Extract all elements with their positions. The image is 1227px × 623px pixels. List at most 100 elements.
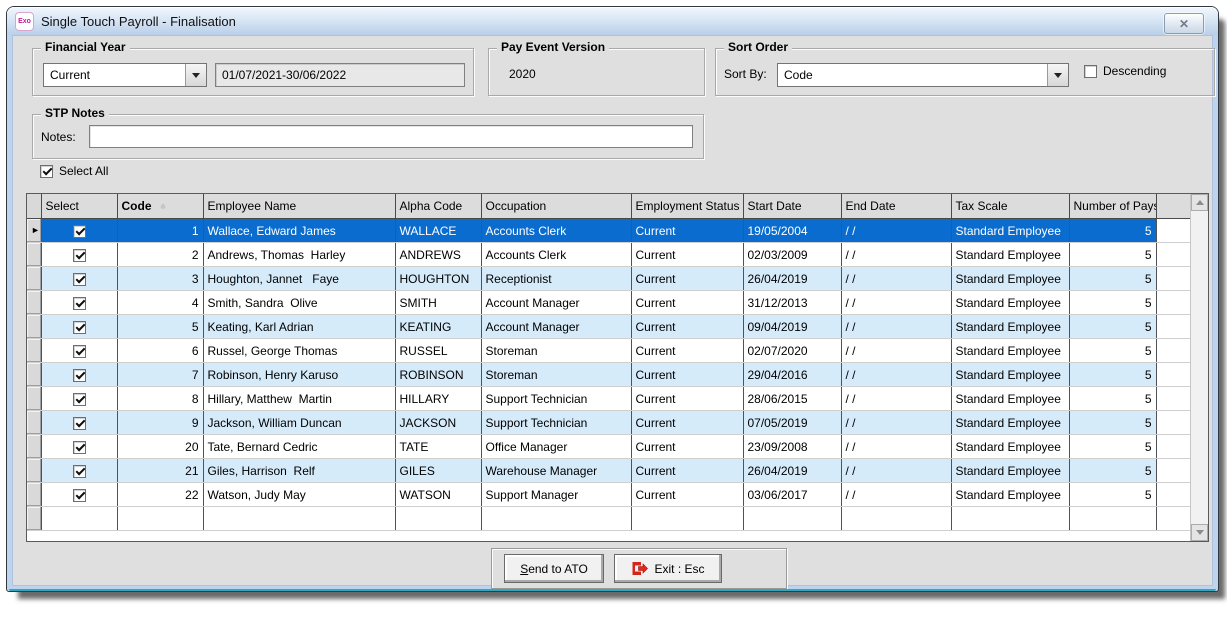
cell-status[interactable]: Current xyxy=(631,411,743,435)
cell-start[interactable]: 09/04/2019 xyxy=(743,315,841,339)
cell-pays[interactable]: 5 xyxy=(1069,411,1156,435)
cell-occupation[interactable]: Office Manager xyxy=(481,435,631,459)
cell-pays[interactable]: 5 xyxy=(1069,291,1156,315)
cell-start[interactable]: 29/04/2016 xyxy=(743,363,841,387)
cell-start[interactable]: 28/06/2015 xyxy=(743,387,841,411)
row-select-checkbox[interactable] xyxy=(73,249,86,262)
header-employee-name[interactable]: Employee Name xyxy=(203,194,395,219)
cell-start[interactable]: 19/05/2004 xyxy=(743,219,841,243)
cell-end[interactable]: / / xyxy=(841,459,951,483)
header-code[interactable]: Code▲ xyxy=(117,194,203,219)
cell-pays[interactable]: 5 xyxy=(1069,219,1156,243)
cell-end[interactable]: / / xyxy=(841,291,951,315)
cell-code[interactable]: 1 xyxy=(117,219,203,243)
cell-alpha[interactable]: ROBINSON xyxy=(395,363,481,387)
header-start-date[interactable]: Start Date xyxy=(743,194,841,219)
descending-checkbox[interactable] xyxy=(1084,65,1097,78)
row-select-checkbox[interactable] xyxy=(73,393,86,406)
cell-code[interactable]: 22 xyxy=(117,483,203,507)
header-number-of-pays[interactable]: Number of Pays xyxy=(1069,194,1156,219)
cell-code[interactable]: 6 xyxy=(117,339,203,363)
cell-pays[interactable]: 5 xyxy=(1069,387,1156,411)
financial-year-dropdown-button[interactable] xyxy=(185,64,206,86)
cell-tax[interactable]: Standard Employee xyxy=(951,315,1069,339)
cell-end[interactable]: / / xyxy=(841,411,951,435)
header-tax-scale[interactable]: Tax Scale xyxy=(951,194,1069,219)
table-row[interactable]: 2Andrews, Thomas HarleyANDREWSAccounts C… xyxy=(27,243,1190,267)
row-select-checkbox[interactable] xyxy=(73,465,86,478)
cell-status[interactable]: Current xyxy=(631,483,743,507)
cell-alpha[interactable]: WALLACE xyxy=(395,219,481,243)
cell-tax[interactable]: Standard Employee xyxy=(951,243,1069,267)
cell-status[interactable]: Current xyxy=(631,459,743,483)
cell-occupation[interactable]: Support Technician xyxy=(481,387,631,411)
cell-code[interactable]: 2 xyxy=(117,243,203,267)
cell-occupation[interactable]: Storeman xyxy=(481,363,631,387)
cell-start[interactable]: 03/06/2017 xyxy=(743,483,841,507)
row-select-checkbox[interactable] xyxy=(73,441,86,454)
cell-pays[interactable]: 5 xyxy=(1069,243,1156,267)
cell-alpha[interactable]: JACKSON xyxy=(395,411,481,435)
header-employment-status[interactable]: Employment Status xyxy=(631,194,743,219)
row-select-checkbox[interactable] xyxy=(73,321,86,334)
cell-end[interactable]: / / xyxy=(841,219,951,243)
cell-pays[interactable]: 5 xyxy=(1069,459,1156,483)
table-row[interactable]: ►1Wallace, Edward JamesWALLACEAccounts C… xyxy=(27,219,1190,243)
cell-pays[interactable]: 5 xyxy=(1069,315,1156,339)
sort-by-dropdown-button[interactable] xyxy=(1047,64,1068,86)
cell-start[interactable]: 26/04/2019 xyxy=(743,267,841,291)
cell-code[interactable]: 8 xyxy=(117,387,203,411)
header-select[interactable]: Select xyxy=(41,194,117,219)
send-to-ato-button[interactable]: Send to ATO xyxy=(504,554,604,583)
close-button[interactable]: ✕ xyxy=(1164,13,1204,34)
cell-pays[interactable]: 5 xyxy=(1069,363,1156,387)
table-row[interactable]: 7Robinson, Henry KarusoROBINSONStoremanC… xyxy=(27,363,1190,387)
cell-name[interactable]: Hillary, Matthew Martin xyxy=(203,387,395,411)
cell-code[interactable]: 4 xyxy=(117,291,203,315)
cell-name[interactable]: Keating, Karl Adrian xyxy=(203,315,395,339)
cell-status[interactable]: Current xyxy=(631,435,743,459)
cell-status[interactable]: Current xyxy=(631,339,743,363)
scroll-down-button[interactable] xyxy=(1191,524,1208,541)
row-select-checkbox[interactable] xyxy=(73,417,86,430)
row-select-checkbox[interactable] xyxy=(73,297,86,310)
cell-tax[interactable]: Standard Employee xyxy=(951,267,1069,291)
cell-code[interactable]: 20 xyxy=(117,435,203,459)
cell-tax[interactable]: Standard Employee xyxy=(951,291,1069,315)
table-row[interactable]: 5Keating, Karl AdrianKEATINGAccount Mana… xyxy=(27,315,1190,339)
cell-tax[interactable]: Standard Employee xyxy=(951,339,1069,363)
cell-status[interactable]: Current xyxy=(631,387,743,411)
cell-start[interactable]: 02/07/2020 xyxy=(743,339,841,363)
table-row[interactable]: 9Jackson, William DuncanJACKSONSupport T… xyxy=(27,411,1190,435)
cell-start[interactable]: 31/12/2013 xyxy=(743,291,841,315)
table-row[interactable]: 8Hillary, Matthew MartinHILLARYSupport T… xyxy=(27,387,1190,411)
sort-by-select[interactable]: Code xyxy=(777,63,1069,87)
cell-end[interactable]: / / xyxy=(841,315,951,339)
cell-code[interactable]: 9 xyxy=(117,411,203,435)
cell-tax[interactable]: Standard Employee xyxy=(951,483,1069,507)
table-row[interactable]: 22Watson, Judy MayWATSONSupport ManagerC… xyxy=(27,483,1190,507)
cell-alpha[interactable]: ANDREWS xyxy=(395,243,481,267)
cell-status[interactable]: Current xyxy=(631,243,743,267)
table-row[interactable]: 3Houghton, Jannet FayeHOUGHTONReceptioni… xyxy=(27,267,1190,291)
financial-year-select[interactable]: Current xyxy=(43,63,207,87)
cell-alpha[interactable]: KEATING xyxy=(395,315,481,339)
cell-alpha[interactable]: SMITH xyxy=(395,291,481,315)
header-alpha-code[interactable]: Alpha Code xyxy=(395,194,481,219)
cell-name[interactable]: Robinson, Henry Karuso xyxy=(203,363,395,387)
cell-status[interactable]: Current xyxy=(631,219,743,243)
cell-name[interactable]: Smith, Sandra Olive xyxy=(203,291,395,315)
cell-name[interactable]: Tate, Bernard Cedric xyxy=(203,435,395,459)
cell-alpha[interactable]: TATE xyxy=(395,435,481,459)
cell-alpha[interactable]: GILES xyxy=(395,459,481,483)
table-row[interactable]: 6Russel, George ThomasRUSSELStoremanCurr… xyxy=(27,339,1190,363)
cell-tax[interactable]: Standard Employee xyxy=(951,219,1069,243)
cell-status[interactable]: Current xyxy=(631,315,743,339)
cell-status[interactable]: Current xyxy=(631,363,743,387)
cell-alpha[interactable]: RUSSEL xyxy=(395,339,481,363)
cell-pays[interactable]: 5 xyxy=(1069,267,1156,291)
row-select-checkbox[interactable] xyxy=(73,369,86,382)
exit-button[interactable]: Exit : Esc xyxy=(614,554,722,583)
cell-occupation[interactable]: Support Manager xyxy=(481,483,631,507)
row-select-checkbox[interactable] xyxy=(73,273,86,286)
